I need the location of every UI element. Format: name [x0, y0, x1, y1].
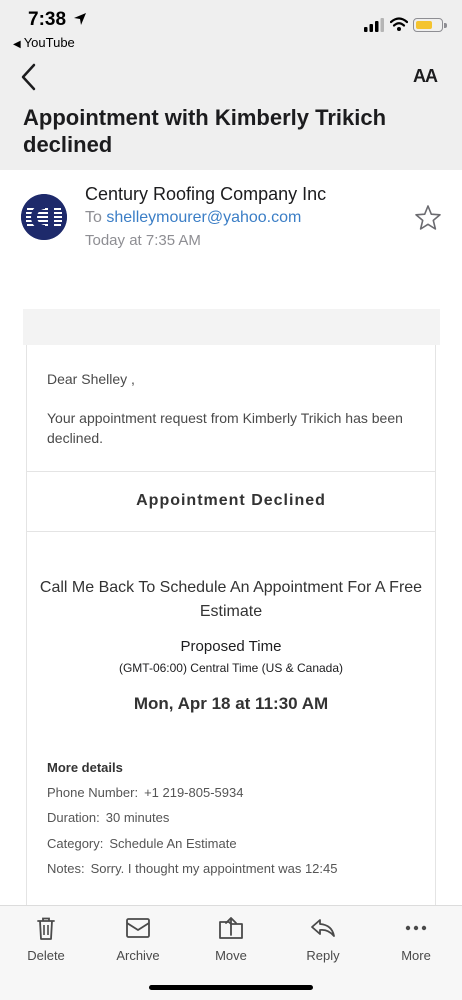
- status-time: 7:38: [28, 9, 67, 30]
- reply-label: Reply: [306, 948, 340, 963]
- archive-label: Archive: [116, 948, 160, 963]
- detail-label: Notes:: [47, 861, 85, 876]
- more-dots-icon: [405, 925, 427, 931]
- appointment-datetime: Mon, Apr 18 at 11:30 AM: [133, 694, 329, 713]
- more-label: More: [401, 948, 431, 963]
- sender-avatar: [21, 194, 67, 240]
- appointment-title: Call Me Back To Schedule An Appointment …: [39, 579, 423, 620]
- detail-label: Category:: [47, 836, 104, 851]
- reply-button[interactable]: Reply: [283, 914, 363, 963]
- message-date: Today at 7:35 AM: [85, 232, 201, 249]
- detail-row-phone: Phone Number: +1 219-805-5934: [47, 785, 243, 800]
- timezone-text: (GMT-06:00) Central Time (US & Canada): [118, 661, 344, 675]
- detail-label: Duration:: [47, 810, 100, 825]
- divider: [27, 531, 435, 532]
- wifi-icon: [390, 17, 408, 31]
- recipient-address[interactable]: shelleymourer@yahoo.com: [106, 209, 301, 226]
- move-label: Move: [215, 948, 247, 963]
- back-triangle-icon: ◀: [13, 39, 21, 50]
- phone-number-value[interactable]: +1 219-805-5934: [144, 785, 243, 800]
- detail-value: Schedule An Estimate: [109, 836, 237, 851]
- greeting-text: Dear Shelley ,: [47, 371, 135, 387]
- proposed-time-label: Proposed Time: [180, 638, 282, 655]
- font-size-label: AA: [413, 66, 438, 86]
- detail-label: Phone Number:: [47, 785, 139, 800]
- message-header: AA Appointment with Kimberly Trikich dec…: [0, 56, 462, 170]
- message-subject: Appointment with Kimberly Trikich declin…: [23, 105, 387, 157]
- company-logo-icon: [21, 194, 67, 240]
- delete-button[interactable]: Delete: [6, 914, 86, 963]
- back-chevron-icon[interactable]: [18, 62, 40, 92]
- back-to-app-link[interactable]: ◀ YouTube: [13, 35, 75, 50]
- recipient-line: To shelleymourer@yahoo.com: [85, 209, 301, 227]
- declined-heading: Appointment Declined: [136, 492, 326, 509]
- detail-value: Sorry. I thought my appointment was 12:4…: [90, 861, 338, 876]
- star-icon[interactable]: [414, 204, 442, 232]
- detail-value: 30 minutes: [105, 810, 170, 825]
- battery-fill: [415, 20, 432, 29]
- more-details-heading: More details: [47, 760, 123, 775]
- to-label: To: [85, 209, 102, 226]
- trash-icon: [37, 917, 55, 940]
- delete-label: Delete: [27, 948, 65, 963]
- home-indicator[interactable]: [149, 985, 313, 990]
- email-banner-band: [23, 309, 440, 345]
- battery-nub: [444, 22, 447, 28]
- detail-row-duration: Duration: 30 minutes: [47, 810, 169, 825]
- move-button[interactable]: Move: [191, 914, 271, 963]
- battery-icon: [413, 18, 447, 32]
- divider: [27, 471, 435, 472]
- sender-name[interactable]: Century Roofing Company Inc: [85, 184, 326, 205]
- more-button[interactable]: More: [376, 914, 456, 963]
- font-size-button[interactable]: AA: [413, 66, 438, 87]
- archive-button[interactable]: Archive: [98, 914, 178, 963]
- reply-arrow-icon: [311, 919, 335, 937]
- back-app-label: YouTube: [23, 35, 75, 50]
- archive-icon: [126, 918, 150, 938]
- move-folder-icon: [219, 917, 243, 939]
- detail-row-notes: Notes: Sorry. I thought my appointment wa…: [47, 861, 337, 876]
- decline-message: Your appointment request from Kimberly T…: [47, 410, 403, 446]
- cell-signal-icon: [364, 18, 384, 32]
- location-arrow-icon: [74, 13, 86, 25]
- status-bar: 7:38 ◀ YouTube: [0, 0, 462, 56]
- detail-row-category: Category: Schedule An Estimate: [47, 836, 237, 851]
